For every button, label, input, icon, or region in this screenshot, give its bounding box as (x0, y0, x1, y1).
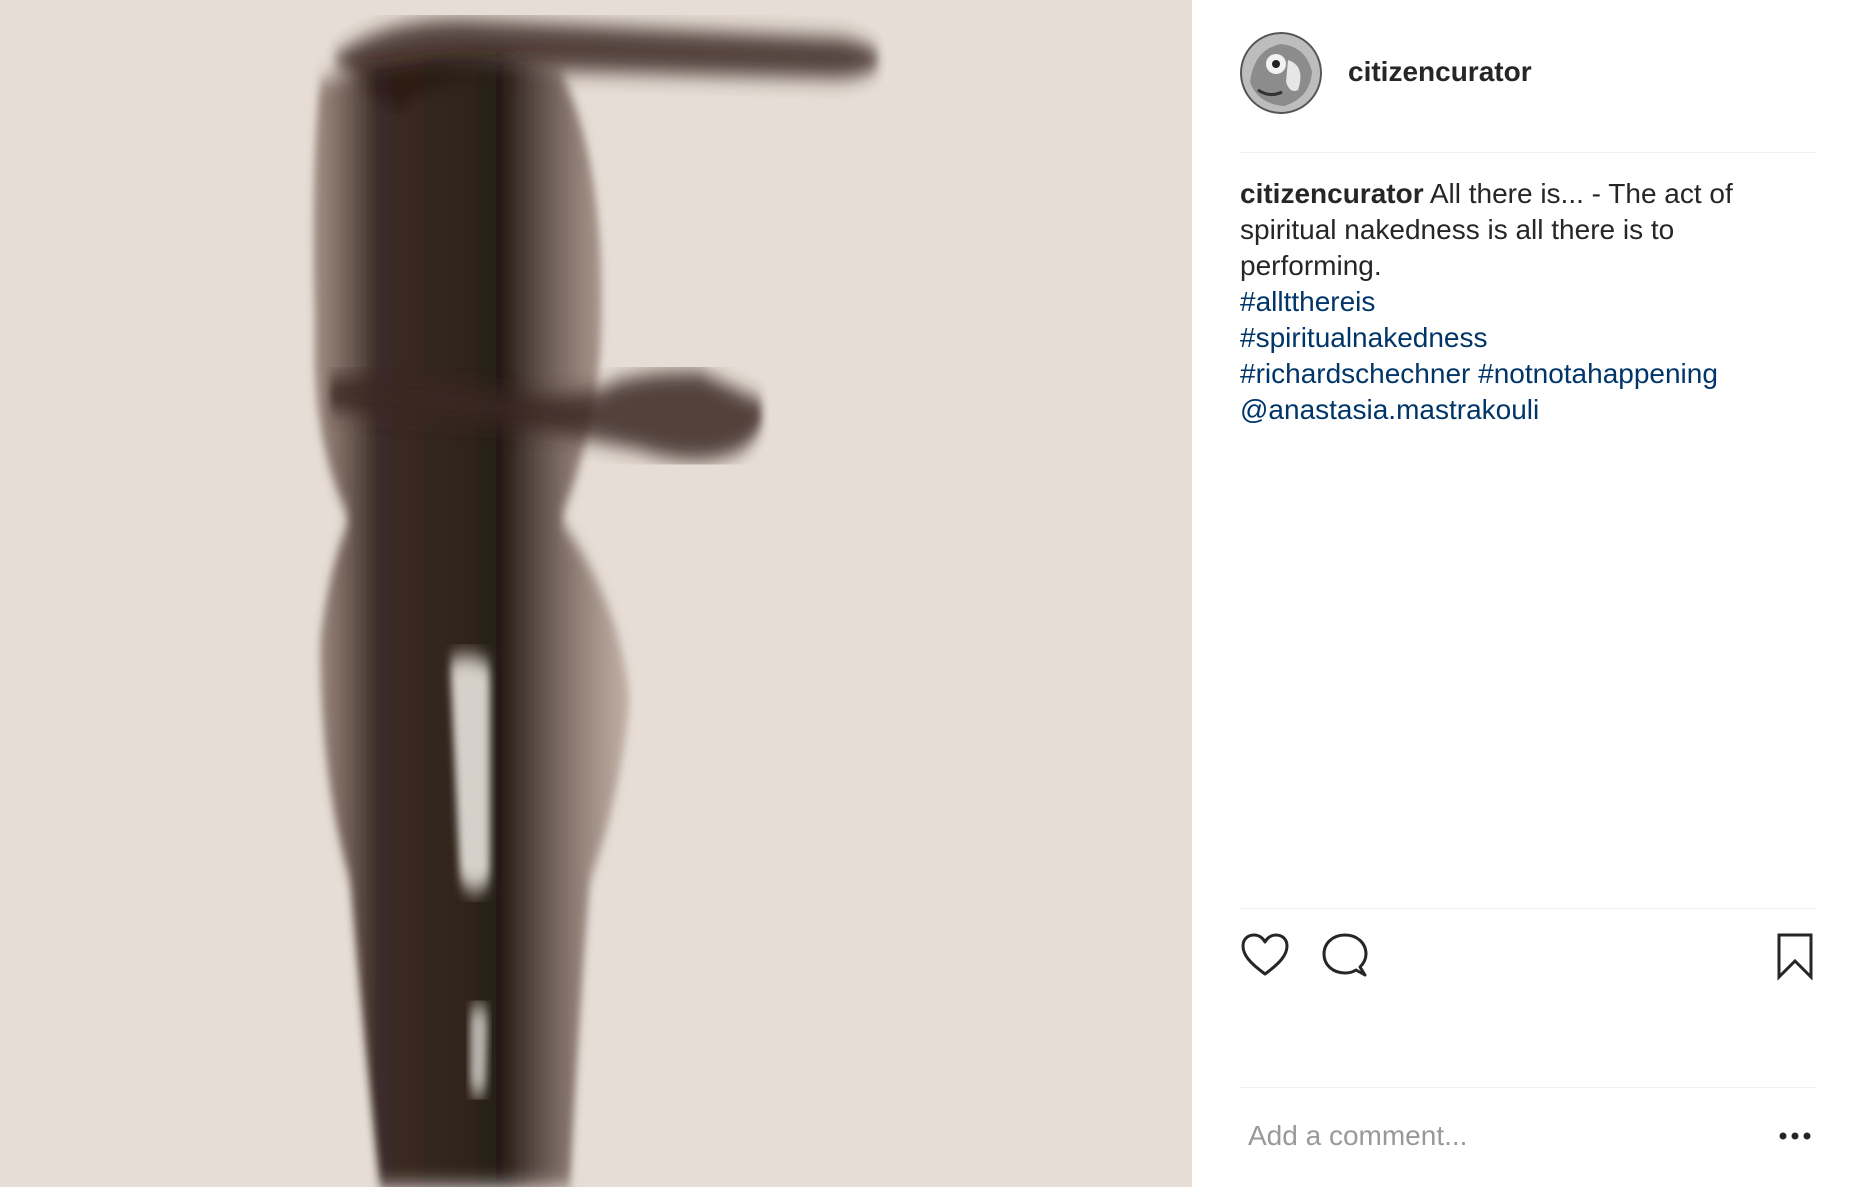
avatar[interactable] (1240, 32, 1322, 114)
header-username-link[interactable]: citizencurator (1348, 56, 1532, 88)
hashtag-link[interactable]: #richardschechner (1240, 358, 1470, 389)
bookmark-icon-graphic (1777, 933, 1813, 981)
post-caption: citizencurator All there is... - The act… (1240, 176, 1815, 428)
caption-username-link[interactable]: citizencurator (1240, 178, 1424, 209)
speech-bubble-icon (1322, 933, 1368, 977)
comment-icon[interactable] (1320, 931, 1370, 981)
comment-input[interactable] (1248, 1114, 1728, 1158)
avatar-image (1240, 32, 1322, 114)
hashtag-link[interactable]: #alltthereis (1240, 284, 1815, 320)
post-header: citizencurator (1240, 32, 1815, 153)
hashtag-line: #richardschechner #notnotahappening (1240, 356, 1815, 392)
heart-icon-graphic (1241, 933, 1289, 976)
post-image[interactable] (0, 0, 1192, 1187)
mention-link[interactable]: @anastasia.mastrakouli (1240, 392, 1815, 428)
post-actions (1240, 908, 1815, 1088)
figure-silhouette (0, 0, 1192, 1187)
bookmark-icon[interactable] (1775, 931, 1815, 981)
more-options-icon[interactable] (1775, 1118, 1815, 1154)
comment-row (1240, 1086, 1815, 1187)
heart-icon[interactable] (1240, 931, 1290, 981)
hashtag-link[interactable]: #notnotahappening (1478, 358, 1718, 389)
hashtag-link[interactable]: #spiritualnakedness (1240, 320, 1815, 356)
post-side-panel: citizencurator citizencurator All there … (1192, 0, 1859, 1187)
ellipsis-icon (1779, 1132, 1811, 1140)
